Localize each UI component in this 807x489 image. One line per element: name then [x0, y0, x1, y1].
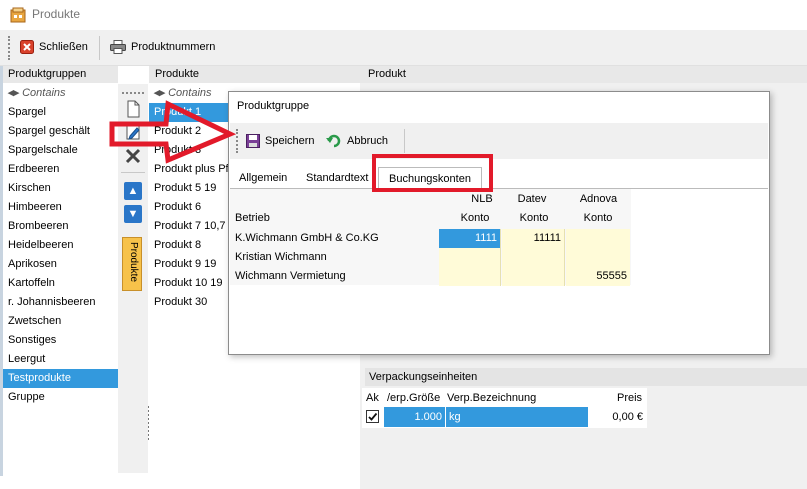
group-item[interactable]: Sonstiges — [3, 331, 118, 350]
col-betrieb: Betrieb — [235, 212, 270, 224]
adnova-konto-label: Konto — [583, 212, 613, 224]
betrieb-cell: K.Wichmann GmbH & Co.KG — [235, 232, 379, 244]
arrow-up-icon: ▲ — [127, 185, 139, 197]
arrow-down-icon: ▼ — [127, 208, 139, 220]
move-down-button[interactable]: ▼ — [124, 205, 142, 223]
datev-konto-label: Konto — [519, 212, 549, 224]
save-label: Speichern — [265, 135, 315, 147]
move-up-button[interactable]: ▲ — [124, 182, 142, 200]
col-name: Verp.Bezeichnung — [447, 392, 537, 404]
product-group-dialog: Produktgruppe Speichern Abbruch Allgemei… — [228, 91, 770, 355]
dialog-toolbar: Speichern Abbruch — [230, 123, 768, 159]
group-item[interactable]: Zwetschen — [3, 312, 118, 331]
accounts-grid: NLB Datev Adnova Betrieb Konto Konto Kon… — [230, 189, 631, 286]
datev-konto-cell[interactable] — [502, 267, 565, 286]
product-groups-panel: Produktgruppen ◂▸ Contains Spargel Sparge… — [0, 66, 118, 476]
groups-contains-filter[interactable]: ◂▸ Contains — [3, 84, 118, 103]
col-price: Preis — [617, 392, 643, 404]
packaging-grid: Ak /erp.Größe Verp.Bezeichnung Preis 1.0… — [362, 388, 647, 428]
nlb-konto-cell[interactable]: 1111 — [439, 229, 501, 248]
vtoolbar-separator — [121, 172, 145, 173]
col-size: /erp.Größe — [387, 392, 441, 404]
group-item[interactable]: Erdbeeren — [3, 160, 118, 179]
contains-arrows-icon: ◂▸ — [8, 87, 20, 99]
packaging-title: Verpackungseinheiten — [369, 371, 478, 383]
name-cell[interactable]: kg — [446, 407, 588, 427]
group-item[interactable]: Heidelbeeren — [3, 236, 118, 255]
checkmark-icon — [368, 412, 378, 421]
packaging-header: Verpackungseinheiten — [365, 368, 807, 386]
datev-konto-cell[interactable] — [502, 248, 565, 267]
col-datev: Datev — [517, 193, 547, 205]
price-cell[interactable]: 0,00 € — [590, 407, 643, 427]
dialog-toolbar-separator — [404, 129, 405, 153]
printer-icon — [110, 40, 126, 54]
nlb-konto-cell[interactable] — [439, 267, 501, 286]
cancel-label: Abbruch — [347, 135, 388, 147]
nlb-konto-cell[interactable] — [439, 248, 501, 267]
title-bar: Produkte — [0, 0, 807, 30]
toolbar-separator — [99, 36, 100, 60]
cancel-button[interactable]: Abbruch — [326, 134, 388, 148]
group-item[interactable]: Spargel geschält — [3, 122, 118, 141]
group-item[interactable]: Brombeeren — [3, 217, 118, 236]
group-item[interactable]: Spargel — [3, 103, 118, 122]
annotation-arrow — [109, 100, 236, 164]
product-groups-list: Spargel Spargel geschält Spargelschale Erdb… — [3, 103, 118, 407]
undo-icon — [326, 134, 341, 148]
product-groups-header: Produktgruppen — [3, 66, 118, 83]
annotation-highlight-box — [372, 154, 493, 192]
vtoolbar-grip[interactable] — [122, 92, 144, 94]
size-cell[interactable]: 1.000 — [384, 407, 445, 427]
dialog-toolbar-grip[interactable] — [236, 129, 239, 153]
group-item[interactable]: Leergut — [3, 350, 118, 369]
group-item[interactable]: Aprikosen — [3, 255, 118, 274]
active-checkbox[interactable] — [366, 410, 379, 423]
group-item[interactable]: Spargelschale — [3, 141, 118, 160]
adnova-konto-cell[interactable]: 55555 — [566, 267, 630, 286]
save-icon — [246, 134, 260, 148]
adnova-konto-cell[interactable] — [566, 248, 630, 267]
tab-standardtext[interactable]: Standardtext — [306, 167, 368, 189]
products-vertical-tab[interactable]: Produkte — [122, 237, 142, 291]
close-label: Schließen — [39, 41, 88, 53]
packaging-row[interactable]: 1.000 kg 0,00 € — [362, 407, 647, 427]
col-nlb: NLB — [471, 193, 493, 205]
dialog-tabs: Allgemein Standardtext Buchungskonten — [230, 167, 768, 189]
group-item[interactable]: r. Johannisbeeren — [3, 293, 118, 312]
app-icon — [10, 7, 26, 23]
adnova-konto-cell[interactable] — [566, 229, 630, 248]
product-numbers-label: Produktnummern — [131, 41, 216, 53]
group-item[interactable]: Gruppe — [3, 388, 118, 407]
close-button[interactable]: Schließen — [20, 40, 88, 54]
nlb-konto-label: Konto — [460, 212, 490, 224]
betrieb-cell: Wichmann Vermietung — [235, 270, 346, 282]
product-numbers-button[interactable]: Produktnummern — [110, 40, 215, 54]
col-ak: Ak — [366, 392, 379, 404]
betrieb-cell: Kristian Wichmann — [235, 251, 327, 263]
group-item[interactable]: Testprodukte — [3, 369, 118, 388]
col-adnova: Adnova — [579, 193, 618, 205]
products-header: Produkte — [149, 66, 360, 83]
toolbar-grip[interactable] — [8, 36, 11, 60]
close-icon — [20, 40, 34, 54]
group-item[interactable]: Kirschen — [3, 179, 118, 198]
save-button[interactable]: Speichern — [246, 134, 315, 148]
tab-allgemein[interactable]: Allgemein — [239, 167, 287, 189]
datev-konto-cell[interactable]: 11111 — [502, 229, 565, 248]
dialog-title: Produktgruppe — [237, 100, 310, 112]
main-toolbar: Schließen Produktnummern — [0, 30, 807, 66]
group-item[interactable]: Himbeeren — [3, 198, 118, 217]
window-title: Produkte — [32, 7, 81, 21]
arrow-shape — [109, 100, 236, 164]
product-header: Produkt — [360, 66, 807, 83]
group-item[interactable]: Kartoffeln — [3, 274, 118, 293]
